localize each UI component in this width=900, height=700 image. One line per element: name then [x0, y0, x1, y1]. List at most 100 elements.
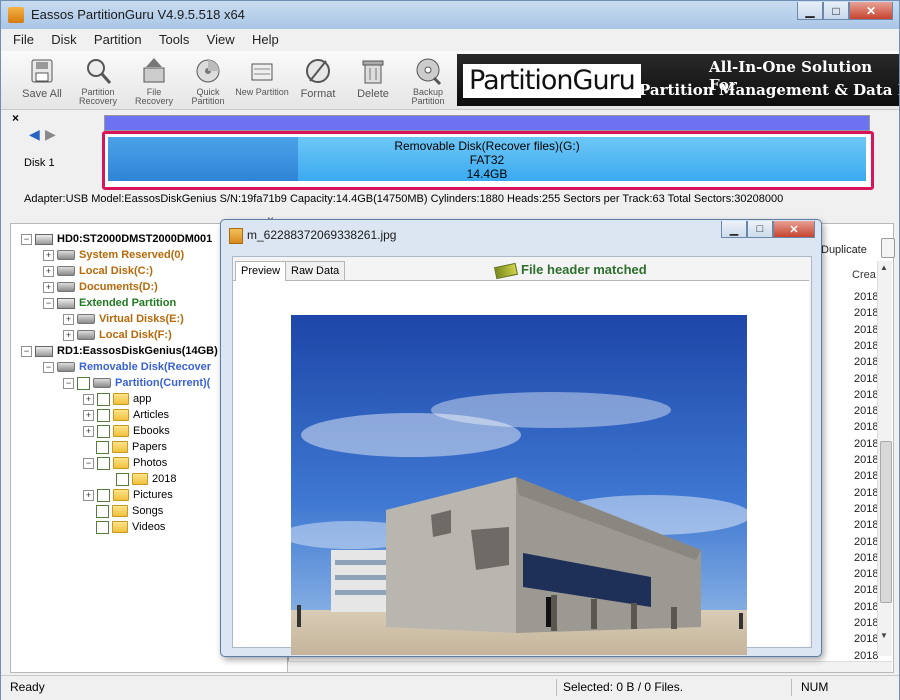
created-date-cell: 2018 — [854, 388, 879, 401]
tree-item[interactable]: − RD1:EassosDiskGenius(14GB) — [21, 343, 218, 359]
tree-item[interactable]: Papers — [83, 439, 167, 455]
checkbox[interactable] — [97, 488, 110, 502]
product-banner: PartitionGuru All-In-One Solution For Pa… — [457, 54, 899, 106]
close-button[interactable]: ✕ — [849, 2, 893, 20]
vertical-scrollbar[interactable]: ▲ ▼ — [877, 261, 892, 656]
tree-item[interactable]: + System Reserved(0) — [43, 247, 184, 263]
menu-help[interactable]: Help — [252, 30, 279, 50]
tree-item[interactable]: + Pictures — [83, 487, 173, 503]
tree-item[interactable]: + Articles — [83, 407, 169, 423]
scrollbar-thumb[interactable] — [880, 441, 892, 603]
expand-toggle-icon[interactable]: − — [43, 297, 54, 309]
tab-preview[interactable]: Preview — [235, 261, 287, 281]
folder-icon — [113, 393, 129, 406]
tree-item[interactable]: − Extended Partition — [43, 295, 176, 311]
menu-partition[interactable]: Partition — [94, 30, 142, 50]
checkbox[interactable] — [97, 424, 110, 438]
file-recovery-icon — [139, 55, 169, 87]
checkbox[interactable] — [97, 392, 110, 406]
previous-disk-icon[interactable]: ◀ — [29, 126, 40, 143]
created-date-cell: 2018 — [854, 405, 879, 418]
tree-item[interactable]: − Removable Disk(Recover — [43, 359, 211, 375]
tree-item[interactable]: 2018 — [103, 471, 176, 487]
new-partition-button[interactable]: New Partition — [235, 53, 289, 97]
format-button[interactable]: Format — [291, 53, 345, 100]
expand-toggle-icon[interactable]: − — [43, 361, 54, 373]
column-header-created[interactable]: Crea — [852, 269, 876, 281]
checkmark-icon — [493, 262, 519, 279]
tree-item[interactable]: Songs — [83, 503, 163, 519]
created-date-cell: 2018 — [854, 339, 879, 352]
partition-block[interactable]: Removable Disk(Recover files)(G:) FAT32 … — [102, 131, 874, 190]
checkbox[interactable] — [116, 472, 129, 486]
maximize-button[interactable]: □ — [823, 2, 849, 20]
disk-overview-strip[interactable] — [104, 115, 870, 131]
tree-item[interactable]: + Local Disk(C:) — [43, 263, 153, 279]
partition-size: 14.4GB — [466, 167, 508, 181]
created-date-cell: 2018 — [854, 437, 879, 450]
horizontal-scrollbar[interactable] — [288, 661, 892, 672]
file-recovery-button[interactable]: File Recovery — [127, 53, 181, 106]
checkbox[interactable] — [96, 504, 109, 518]
tree-item[interactable]: + app — [83, 391, 151, 407]
expand-toggle-icon[interactable]: + — [83, 489, 94, 501]
folder-icon — [112, 521, 128, 534]
checkbox[interactable] — [77, 376, 90, 390]
folder-icon — [112, 505, 128, 518]
format-icon — [303, 55, 333, 87]
dialog-title: m_62288372069338261.jpg — [247, 228, 397, 242]
expand-toggle-icon[interactable]: + — [63, 329, 74, 341]
tree-item[interactable]: + Documents(D:) — [43, 279, 158, 295]
dialog-minimize-button[interactable]: ▁ — [721, 221, 747, 238]
checkbox[interactable] — [96, 520, 109, 534]
volume-icon — [57, 362, 75, 373]
expand-toggle-icon[interactable]: + — [43, 265, 54, 277]
dialog-close-button[interactable]: ✕ — [773, 221, 815, 238]
tab-raw-data[interactable]: Raw Data — [285, 261, 346, 280]
delete-button[interactable]: Delete — [346, 53, 400, 100]
volume-icon — [57, 266, 75, 277]
tree-item-label: Virtual Disks(E:) — [99, 313, 184, 325]
checkbox[interactable] — [97, 408, 110, 422]
expand-toggle-icon[interactable]: + — [83, 425, 94, 437]
scroll-down-icon[interactable]: ▼ — [880, 631, 888, 640]
expand-toggle-icon[interactable]: − — [83, 457, 94, 469]
expand-toggle-icon[interactable]: + — [83, 409, 94, 421]
expand-toggle-icon[interactable]: + — [43, 281, 54, 293]
scroll-up-icon[interactable]: ▲ — [880, 263, 888, 272]
checkbox[interactable] — [96, 440, 109, 454]
tree-item-label: Photos — [133, 457, 168, 469]
menu-file[interactable]: File — [13, 30, 34, 50]
tree-item[interactable]: − Partition(Current)( — [63, 375, 210, 391]
dialog-maximize-button[interactable]: □ — [747, 221, 773, 238]
expand-toggle-icon[interactable]: − — [21, 345, 32, 357]
minimize-button[interactable]: ▁ — [797, 2, 823, 20]
close-panel-icon[interactable]: × — [12, 111, 19, 125]
expand-toggle-icon[interactable]: + — [83, 393, 94, 405]
created-date-cell: 2018 — [854, 584, 879, 597]
menu-disk[interactable]: Disk — [51, 30, 76, 50]
tree-item[interactable]: + Ebooks — [83, 423, 170, 439]
tree-item[interactable]: Videos — [83, 519, 165, 535]
folder-icon — [113, 409, 129, 422]
expand-toggle-icon[interactable]: − — [63, 377, 74, 389]
menu-tools[interactable]: Tools — [159, 30, 189, 50]
partition-recovery-button[interactable]: Partition Recovery — [71, 53, 125, 106]
expand-toggle-icon[interactable]: + — [43, 249, 54, 261]
next-disk-icon[interactable]: ▶ — [45, 126, 56, 143]
menu-view[interactable]: View — [207, 30, 235, 50]
hard-disk-icon — [35, 233, 53, 245]
duplicate-option-button[interactable] — [881, 238, 895, 258]
tree-item[interactable]: + Virtual Disks(E:) — [63, 311, 184, 327]
quick-partition-button[interactable]: Quick Partition — [181, 53, 235, 106]
tree-item[interactable]: − Photos — [83, 455, 167, 471]
checkbox[interactable] — [97, 456, 110, 470]
new-partition-icon — [247, 55, 277, 87]
tree-item[interactable]: − HD0:ST2000DMST2000DM001 — [21, 231, 212, 247]
created-date-cell: 2018 — [854, 372, 879, 385]
expand-toggle-icon[interactable]: − — [21, 233, 32, 245]
save-all-button[interactable]: Save All — [15, 53, 69, 100]
tree-item[interactable]: + Local Disk(F:) — [63, 327, 172, 343]
backup-partition-button[interactable]: Backup Partition — [401, 53, 455, 106]
expand-toggle-icon[interactable]: + — [63, 313, 74, 325]
